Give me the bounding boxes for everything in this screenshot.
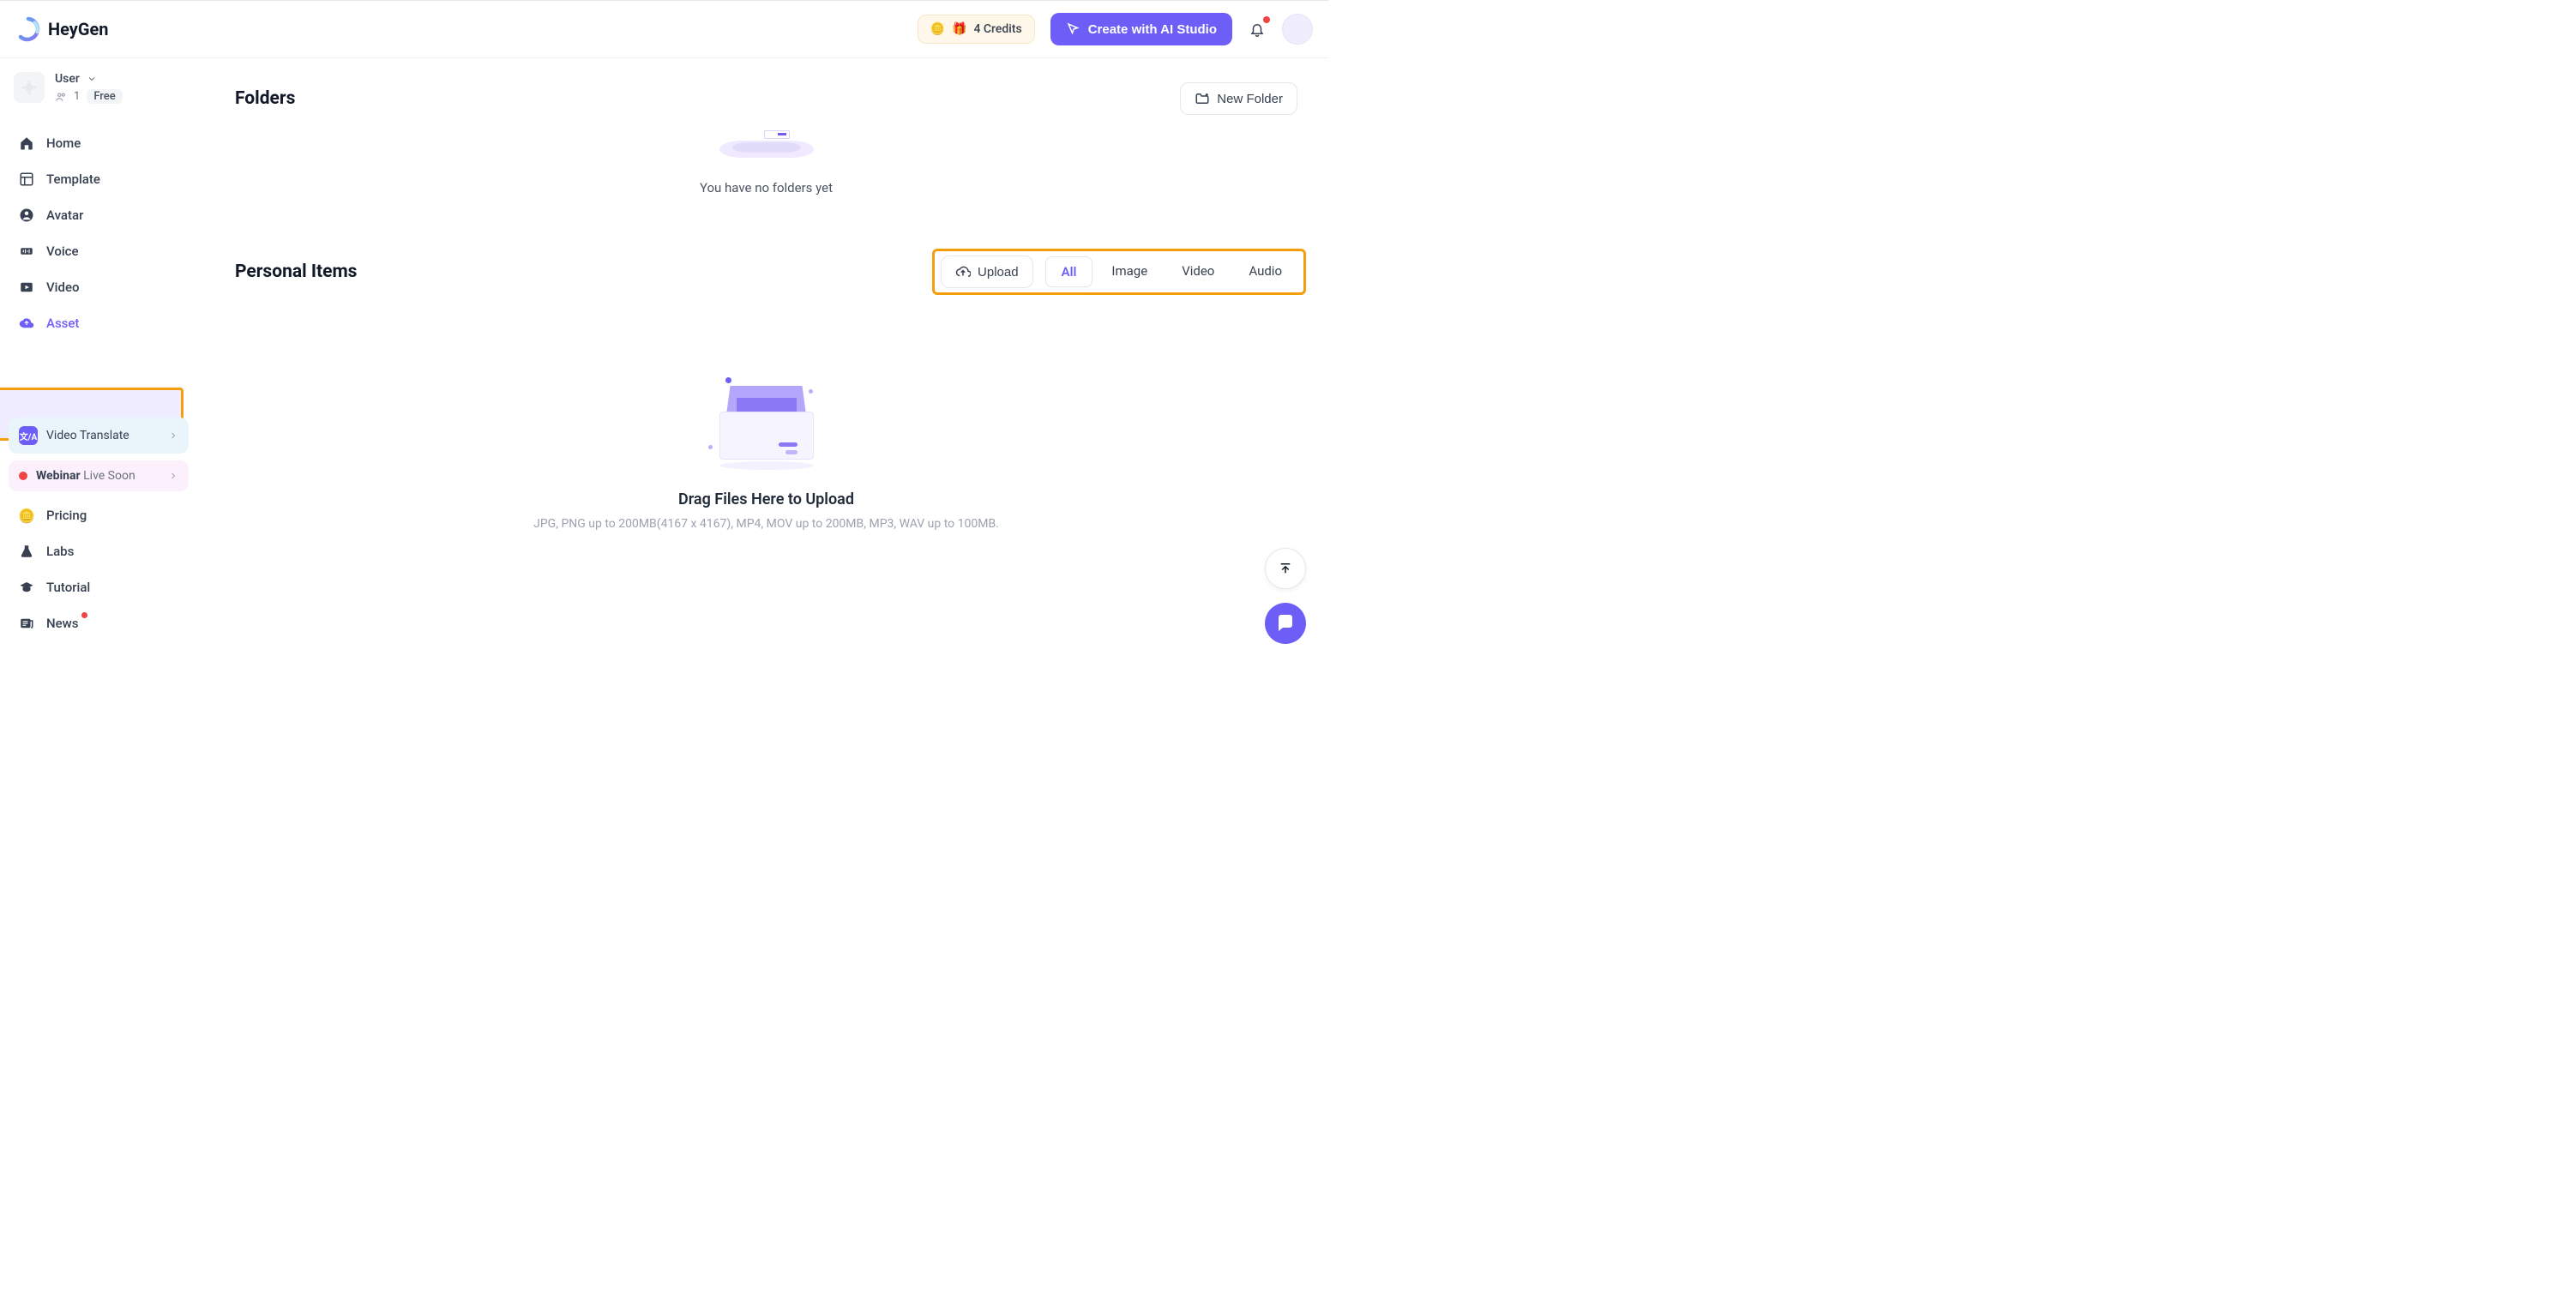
personal-items-header: Personal Items Upload All Image Video Au… bbox=[235, 256, 1297, 288]
cloud-upload-icon bbox=[19, 316, 34, 331]
workspace-meta: 1 Free bbox=[55, 89, 123, 104]
nav-asset[interactable]: Asset bbox=[9, 306, 189, 340]
gift-icon: 🎁 bbox=[952, 22, 966, 36]
nav-news[interactable]: News bbox=[9, 606, 189, 640]
folders-empty-state: You have no folders yet bbox=[235, 129, 1297, 195]
primary-nav: Home Template Avatar Voice Video Asset bbox=[9, 126, 189, 640]
nav-label: Video bbox=[46, 280, 80, 295]
profile-avatar[interactable] bbox=[1282, 14, 1313, 45]
support-chat-button[interactable] bbox=[1265, 603, 1306, 644]
play-rect-icon bbox=[19, 280, 34, 295]
coin-icon: 🪙 bbox=[19, 508, 34, 523]
asset-filter-tabs: All Image Video Audio bbox=[1045, 256, 1297, 287]
people-icon bbox=[55, 91, 67, 103]
tab-audio[interactable]: Audio bbox=[1233, 256, 1297, 287]
arrow-up-icon bbox=[1278, 561, 1293, 576]
new-folder-button[interactable]: New Folder bbox=[1180, 82, 1297, 115]
nav-avatar[interactable]: Avatar bbox=[9, 198, 189, 232]
nav-template[interactable]: Template bbox=[9, 162, 189, 196]
nav-webinar[interactable]: Webinar Live Soon bbox=[9, 460, 189, 491]
tab-image[interactable]: Image bbox=[1096, 256, 1163, 287]
brand-mark-icon bbox=[15, 16, 41, 42]
nav-video[interactable]: Video bbox=[9, 270, 189, 304]
upload-dropzone[interactable]: Drag Files Here to Upload JPG, PNG up to… bbox=[235, 370, 1297, 531]
credits-label: 4 Credits bbox=[973, 22, 1021, 36]
new-folder-label: New Folder bbox=[1217, 92, 1283, 106]
nav-label: Labs bbox=[46, 544, 74, 559]
credits-pill[interactable]: 🪙 🎁 4 Credits bbox=[918, 15, 1035, 44]
nav-home[interactable]: Home bbox=[9, 126, 189, 160]
graduation-cap-icon bbox=[19, 580, 34, 595]
nav-label: Webinar Live Soon bbox=[36, 469, 135, 483]
chevron-right-icon bbox=[168, 430, 178, 441]
workspace-avatar-icon bbox=[14, 72, 45, 103]
nav-label: Video Translate bbox=[46, 429, 129, 442]
upload-and-filters: Upload All Image Video Audio bbox=[941, 256, 1297, 288]
bell-icon bbox=[1249, 21, 1265, 37]
chevron-right-icon bbox=[168, 471, 178, 481]
waveform-icon bbox=[19, 244, 34, 259]
workspace-member-count: 1 bbox=[74, 90, 80, 103]
nav-label: News bbox=[46, 616, 79, 631]
coin-icon: 🪙 bbox=[930, 22, 945, 36]
news-icon bbox=[19, 616, 34, 631]
brand-name: HeyGen bbox=[48, 19, 109, 39]
folder-plus-icon bbox=[1195, 91, 1210, 106]
inbox-illustration-icon bbox=[715, 370, 818, 473]
nav-label: Avatar bbox=[46, 207, 83, 223]
nav-label: Template bbox=[46, 171, 100, 187]
sparkle-cursor-icon bbox=[1066, 21, 1081, 37]
nav-label: Asset bbox=[46, 316, 79, 331]
dropzone-title: Drag Files Here to Upload bbox=[235, 490, 1297, 508]
globe-person-icon bbox=[19, 207, 34, 223]
nav-voice[interactable]: Voice bbox=[9, 234, 189, 268]
nav-label: Voice bbox=[46, 244, 79, 259]
upload-label: Upload bbox=[978, 265, 1019, 280]
scroll-to-top-button[interactable] bbox=[1265, 548, 1306, 589]
chat-bubble-icon bbox=[1275, 613, 1296, 634]
workspace-name: User bbox=[55, 72, 80, 86]
create-button-label: Create with AI Studio bbox=[1088, 22, 1217, 37]
folders-empty-text: You have no folders yet bbox=[235, 180, 1297, 195]
nav-label: Pricing bbox=[46, 508, 87, 523]
tab-all[interactable]: All bbox=[1045, 256, 1093, 287]
nav-tutorial[interactable]: Tutorial bbox=[9, 570, 189, 604]
nav-label: Tutorial bbox=[46, 580, 90, 595]
nav-pricing[interactable]: 🪙 Pricing bbox=[9, 498, 189, 532]
nav-labs[interactable]: Labs bbox=[9, 534, 189, 568]
folders-title: Folders bbox=[235, 88, 295, 109]
template-icon bbox=[19, 171, 34, 187]
header-actions: 🪙 🎁 4 Credits Create with AI Studio bbox=[918, 13, 1313, 45]
dropzone-subtitle: JPG, PNG up to 200MB(4167 x 4167), MP4, … bbox=[235, 517, 1297, 531]
upload-button[interactable]: Upload bbox=[941, 256, 1033, 288]
home-icon bbox=[19, 135, 34, 151]
empty-folders-illustration-icon bbox=[719, 129, 814, 163]
brand-logo[interactable]: HeyGen bbox=[15, 16, 109, 42]
plan-badge: Free bbox=[87, 89, 122, 104]
workspace-name-row: User bbox=[55, 72, 123, 86]
tab-video[interactable]: Video bbox=[1166, 256, 1230, 287]
notifications-button[interactable] bbox=[1248, 20, 1267, 39]
personal-items-title: Personal Items bbox=[235, 262, 357, 282]
live-dot-icon bbox=[19, 472, 27, 480]
cloud-upload-icon bbox=[955, 264, 971, 280]
nav-video-translate[interactable]: 文/A Video Translate bbox=[9, 418, 189, 454]
main-content: Folders New Folder You have no folders y… bbox=[197, 58, 1328, 671]
app-header: HeyGen 🪙 🎁 4 Credits Create with AI Stud… bbox=[0, 1, 1328, 58]
chevron-down-icon bbox=[87, 74, 97, 84]
folders-header: Folders New Folder bbox=[235, 82, 1297, 115]
flask-icon bbox=[19, 544, 34, 559]
sidebar: User 1 Free Home Template bbox=[0, 58, 197, 671]
translate-badge-icon: 文/A bbox=[19, 426, 38, 445]
workspace-switcher[interactable]: User 1 Free bbox=[9, 70, 189, 111]
nav-label: Home bbox=[46, 135, 81, 151]
notification-dot-icon bbox=[1263, 16, 1270, 23]
create-ai-studio-button[interactable]: Create with AI Studio bbox=[1050, 13, 1232, 45]
